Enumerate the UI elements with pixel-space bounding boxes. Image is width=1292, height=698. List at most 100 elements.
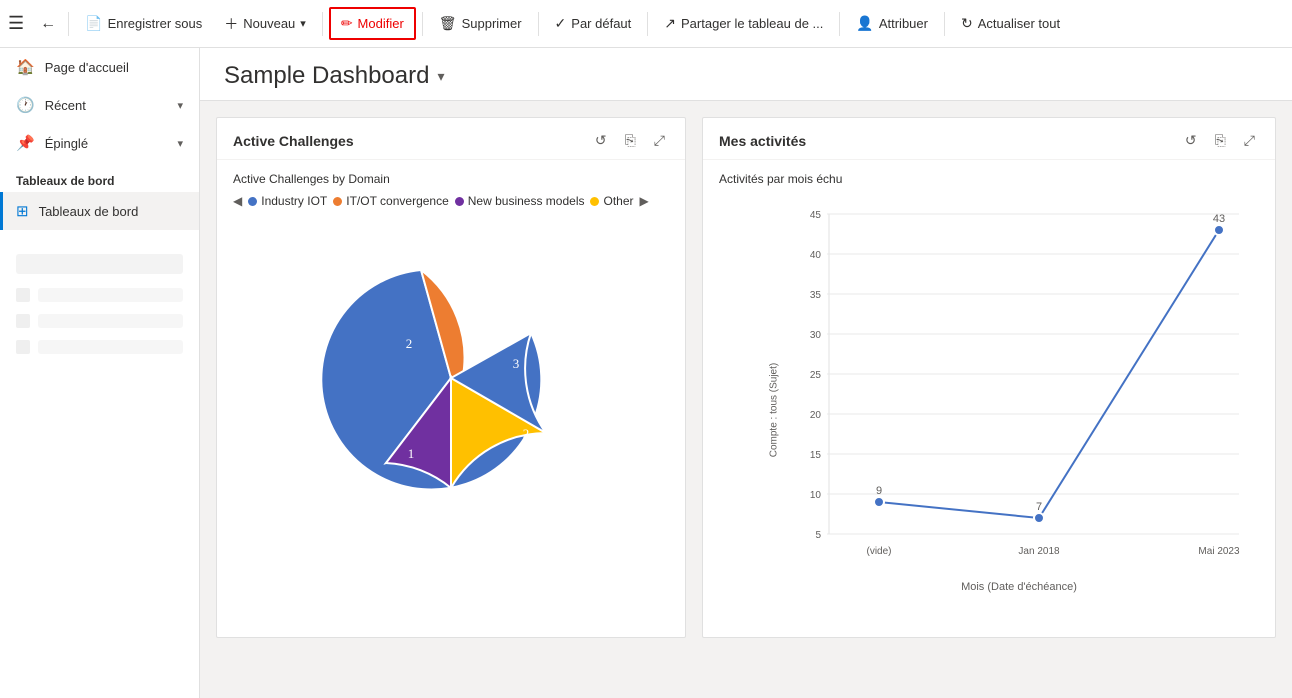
x-axis-label: Mois (Date d'échéance) [779,581,1259,593]
data-point-1 [874,497,884,507]
pencil-icon: ✏ [341,15,353,32]
activites-title: Mes activités [719,133,1181,149]
line-chart-wrapper: Compte : tous (Sujet) 45 [719,194,1259,625]
partager-button[interactable]: ↗ Partager le tableau de ... [654,9,833,38]
legend-label-itot: IT/OT convergence [346,194,449,208]
supprimer-button[interactable]: 🗑 Supprimer [429,9,532,38]
trash-icon: 🗑 [439,15,457,32]
legend-prev[interactable]: ◀ [233,194,242,208]
sidebar-item-tableaux[interactable]: ⊞ Tableaux de bord [0,192,199,230]
cycle-icon: ↻ [961,15,973,32]
recent-chevron: ▾ [177,99,183,112]
x-label-2: Jan 2018 [1018,546,1060,557]
home-icon: 🏠 [16,58,35,76]
toolbar-sep-7 [944,12,945,36]
sidebar-item-epingle-label: Épinglé [45,136,88,151]
pin-icon: 📌 [16,134,35,152]
legend-industry-iot: Industry IOT [248,194,327,208]
par-defaut-button[interactable]: ✓ Par défaut [545,9,642,38]
data-point-3 [1214,225,1224,235]
activites-subtitle: Activités par mois échu [719,172,1259,186]
toolbar-sep-6 [839,12,840,36]
challenges-body: Active Challenges by Domain ◀ Industry I… [217,160,685,637]
svg-text:45: 45 [810,210,822,221]
legend-next[interactable]: ▶ [640,194,649,208]
main-layout: 🏠 Page d'accueil 🕐 Récent ▾ 📌 Épinglé ▾ … [0,48,1292,698]
x-label-3: Mai 2023 [1198,546,1240,557]
legend-dot-newbiz [455,197,464,206]
svg-text:40: 40 [810,250,822,261]
line-chart: 45 40 35 30 25 20 15 [779,194,1259,574]
pie-label-2a: 2 [406,336,413,351]
legend-other: Other [590,194,633,208]
attribuer-button[interactable]: 👤 Attribuer [846,9,938,38]
point-label-2: 7 [1036,501,1042,513]
new-button[interactable]: ＋ Nouveau ▾ [214,8,316,40]
challenges-expand-btn[interactable]: ⤢ [650,130,669,151]
sidebar-item-epingle[interactable]: 📌 Épinglé ▾ [0,124,199,162]
sidebar: 🏠 Page d'accueil 🕐 Récent ▾ 📌 Épinglé ▾ … [0,48,200,698]
sidebar-section-label: Tableaux de bord [0,162,199,192]
activites-actions: ↺ ⎘ ⤢ [1181,130,1259,151]
activites-expand-btn[interactable]: ⤢ [1240,130,1259,151]
save-button[interactable]: 📄 Enregistrer sous [75,9,212,38]
dashboard-icon: ⊞ [16,202,29,220]
sidebar-item-recent[interactable]: 🕐 Récent ▾ [0,86,199,124]
sidebar-blur-icon-3 [16,340,30,354]
point-label-1: 9 [876,485,882,497]
activites-copy-btn[interactable]: ⎘ [1211,130,1230,151]
epingle-chevron: ▾ [177,137,183,150]
title-chevron[interactable]: ▾ [437,68,444,85]
active-challenges-widget: Active Challenges ↺ ⎘ ⤢ Active Challenge… [216,117,686,638]
share-icon: ↗ [664,15,676,32]
sidebar-blur-4 [38,340,183,354]
challenges-legend: ◀ Industry IOT IT/OT convergence New bus… [233,194,669,208]
pie-label-2b: 2 [523,426,530,441]
challenges-copy-btn[interactable]: ⎘ [621,130,640,151]
plus-icon: ＋ [224,14,238,34]
svg-text:35: 35 [810,290,822,301]
activites-refresh-btn[interactable]: ↺ [1181,130,1201,151]
challenges-refresh-btn[interactable]: ↺ [591,130,611,151]
sidebar-blur-1 [16,254,183,274]
challenges-title: Active Challenges [233,133,591,149]
legend-dot-itot [333,197,342,206]
content-area: Sample Dashboard ▾ Active Challenges ↺ ⎘… [200,48,1292,698]
sidebar-item-tableaux-label: Tableaux de bord [39,204,139,219]
page-title: Sample Dashboard [224,62,429,90]
legend-label-newbiz: New business models [468,194,585,208]
modifier-button[interactable]: ✏ Modifier [329,7,416,40]
save-icon: 📄 [85,15,102,32]
svg-text:15: 15 [810,450,822,461]
sidebar-blur-3 [38,314,183,328]
hamburger-button[interactable]: ☰ [8,13,24,34]
sidebar-item-recent-label: Récent [45,98,86,113]
y-axis-label: Compte : tous (Sujet) [769,345,780,475]
person-icon: 👤 [856,15,873,32]
pie-chart: 3 2 1 1 2 [311,238,591,518]
toolbar-sep-2 [322,12,323,36]
actualiser-button[interactable]: ↻ Actualiser tout [951,9,1070,38]
sidebar-blur-2 [38,288,183,302]
sidebar-blur-icon-1 [16,288,30,302]
data-point-2 [1034,513,1044,523]
legend-dot-industry [248,197,257,206]
pie-label-1a: 1 [408,446,415,461]
challenges-subtitle: Active Challenges by Domain [233,172,669,186]
content-header: Sample Dashboard ▾ [200,48,1292,101]
widget-header-challenges: Active Challenges ↺ ⎘ ⤢ [217,118,685,160]
legend-itot: IT/OT convergence [333,194,449,208]
x-label-1: (vide) [866,546,891,557]
sidebar-item-accueil[interactable]: 🏠 Page d'accueil [0,48,199,86]
svg-text:25: 25 [810,370,822,381]
pie-chart-container: 3 2 1 1 2 [233,218,669,538]
svg-text:10: 10 [810,490,822,501]
point-label-3: 43 [1213,213,1225,225]
back-button[interactable]: ← [34,9,62,39]
legend-new-biz: New business models [455,194,585,208]
activites-body: Activités par mois échu Compte : tous (S… [703,160,1275,637]
svg-text:20: 20 [810,410,822,421]
pie-label-3: 3 [513,356,520,371]
challenges-actions: ↺ ⎘ ⤢ [591,130,669,151]
legend-dot-other [590,197,599,206]
